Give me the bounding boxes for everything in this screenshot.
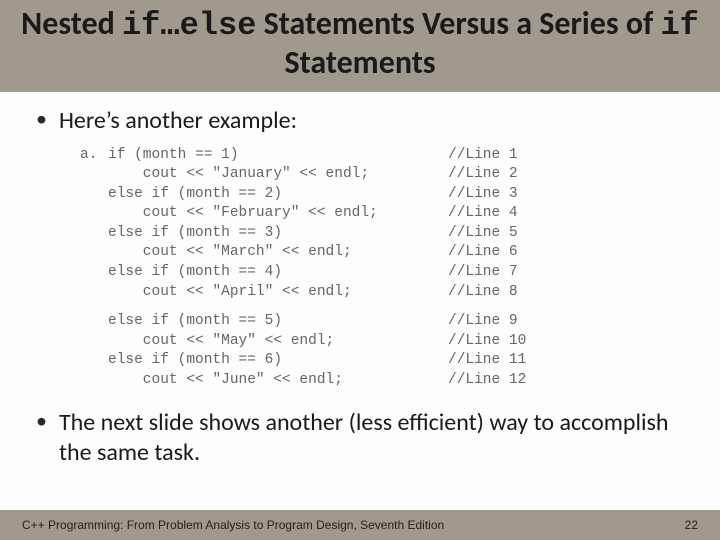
title-code-1: if…else — [122, 7, 256, 44]
slide-title-bar: Nested if…else Statements Versus a Serie… — [0, 0, 720, 92]
code-comment: //Line 7 — [448, 263, 518, 283]
code-label — [80, 332, 108, 352]
slide-footer: C++ Programming: From Problem Analysis t… — [0, 510, 720, 540]
code-comment: //Line 8 — [448, 283, 518, 303]
code-comment: //Line 4 — [448, 204, 518, 224]
code-label — [80, 185, 108, 205]
code-comment: //Line 11 — [448, 351, 526, 371]
code-text: cout << "April" << endl; — [108, 283, 448, 303]
code-line: cout << "February" << endl; //Line 4 — [80, 204, 684, 224]
code-line: cout << "June" << endl; //Line 12 — [80, 371, 684, 391]
code-comment: //Line 9 — [448, 312, 518, 332]
bullet-item: • The next slide shows another (less eff… — [36, 408, 684, 468]
code-text: cout << "June" << endl; — [108, 371, 448, 391]
code-comment: //Line 3 — [448, 185, 518, 205]
bullet-item: • Here’s another example: — [36, 106, 684, 136]
code-comment: //Line 10 — [448, 332, 526, 352]
slide-title: Nested if…else Statements Versus a Serie… — [20, 6, 700, 82]
title-part-3: Statements — [284, 43, 435, 82]
code-label — [80, 312, 108, 332]
code-line: cout << "April" << endl; //Line 8 — [80, 283, 684, 303]
title-code-2: if — [660, 7, 698, 44]
code-comment: //Line 2 — [448, 165, 518, 185]
code-line: else if (month == 3) //Line 5 — [80, 224, 684, 244]
code-label — [80, 204, 108, 224]
code-text: else if (month == 4) — [108, 263, 448, 283]
code-comment: //Line 5 — [448, 224, 518, 244]
bullet-marker: • — [36, 106, 47, 132]
title-part-1: Nested — [21, 4, 122, 43]
code-line: cout << "January" << endl; //Line 2 — [80, 165, 684, 185]
code-line: cout << "May" << endl; //Line 10 — [80, 332, 684, 352]
code-line: else if (month == 4) //Line 7 — [80, 263, 684, 283]
footer-book-title: C++ Programming: From Problem Analysis t… — [22, 518, 444, 532]
code-comment: //Line 12 — [448, 371, 526, 391]
code-text: cout << "January" << endl; — [108, 165, 448, 185]
code-text: else if (month == 2) — [108, 185, 448, 205]
title-part-2: Statements Versus a Series of — [256, 4, 660, 43]
code-label — [80, 243, 108, 263]
code-example: a. if (month == 1) //Line 1 cout << "Jan… — [80, 146, 684, 391]
slide-body: • Here’s another example: a. if (month =… — [0, 92, 720, 469]
code-line: a. if (month == 1) //Line 1 — [80, 146, 684, 166]
bullet-marker: • — [36, 408, 47, 434]
code-label — [80, 351, 108, 371]
code-line: cout << "March" << endl; //Line 6 — [80, 243, 684, 263]
bullet-text-1: Here’s another example: — [59, 106, 297, 136]
code-text: cout << "February" << endl; — [108, 204, 448, 224]
code-label — [80, 371, 108, 391]
code-gap — [80, 302, 684, 312]
code-line: else if (month == 5) //Line 9 — [80, 312, 684, 332]
code-text: cout << "May" << endl; — [108, 332, 448, 352]
code-label — [80, 165, 108, 185]
code-text: else if (month == 5) — [108, 312, 448, 332]
footer-page-number: 22 — [685, 518, 698, 532]
code-text: if (month == 1) — [108, 146, 448, 166]
code-text: cout << "March" << endl; — [108, 243, 448, 263]
code-text: else if (month == 6) — [108, 351, 448, 371]
code-line: else if (month == 2) //Line 3 — [80, 185, 684, 205]
code-label: a. — [80, 146, 108, 166]
code-comment: //Line 6 — [448, 243, 518, 263]
code-label — [80, 283, 108, 303]
code-comment: //Line 1 — [448, 146, 518, 166]
bullet-text-2: The next slide shows another (less effic… — [59, 408, 684, 468]
code-line: else if (month == 6) //Line 11 — [80, 351, 684, 371]
code-label — [80, 263, 108, 283]
code-label — [80, 224, 108, 244]
code-text: else if (month == 3) — [108, 224, 448, 244]
